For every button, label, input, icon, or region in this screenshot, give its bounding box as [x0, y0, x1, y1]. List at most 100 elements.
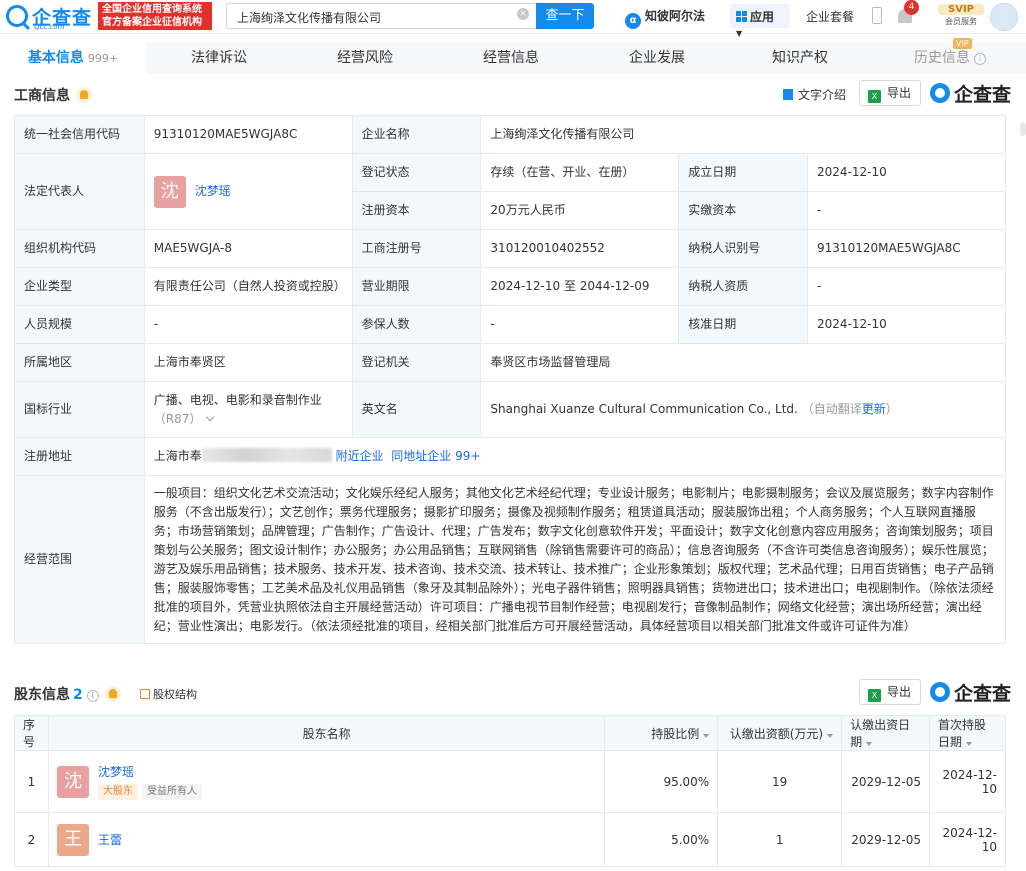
reg-no-label: 工商注册号	[351, 229, 482, 268]
zhibeier-link[interactable]: α 知彼阿尔法	[625, 7, 705, 29]
header-first-date[interactable]: 首次持股日期	[929, 715, 1006, 751]
header-subscribe-date[interactable]: 认缴出资日期	[841, 715, 930, 751]
tab-risk[interactable]: 经营风险	[292, 42, 438, 74]
chevron-down-icon	[206, 412, 215, 421]
qcc-brand: 企查查	[930, 80, 1012, 106]
shareholder-name-link[interactable]: 沈梦瑶	[98, 765, 134, 779]
header-amount[interactable]: 认缴出资额(万元)	[717, 715, 843, 751]
tax-qual-label: 纳税人资质	[678, 267, 809, 306]
english-name-label: 英文名	[351, 381, 482, 438]
clear-icon[interactable]: ×	[517, 8, 529, 20]
shareholder-cell: 王王蕾	[47, 812, 606, 867]
magnifier-logo-icon	[6, 5, 28, 27]
company-name-value: 上海绚泽文化传播有限公司	[480, 115, 1006, 154]
approve-date-value: 2024-12-10	[807, 305, 1006, 344]
sort-icon	[966, 742, 973, 746]
equity-structure-link[interactable]: 股权结构	[140, 686, 197, 702]
section-title-text: 工商信息	[14, 88, 70, 104]
header-index: 序号	[14, 715, 49, 751]
english-name-cell: Shanghai Xuanze Cultural Communication C…	[480, 381, 1006, 438]
tab-history[interactable]: 历史信息 i	[880, 42, 1020, 74]
section-title-text: 股东信息	[14, 687, 70, 703]
reg-no-value: 310120010402552	[480, 229, 680, 268]
export-button[interactable]: X 导出	[859, 679, 921, 705]
mobile-icon[interactable]	[872, 7, 882, 24]
export-label: 导出	[887, 685, 912, 699]
tab-operation[interactable]: 经营信息	[438, 42, 584, 74]
text-intro-button[interactable]: 文字介绍	[783, 86, 846, 103]
equity-structure-label: 股权结构	[153, 688, 197, 701]
header-label: 首次持股日期	[938, 718, 987, 749]
badge-line2: 官方备案企业征信机构	[102, 17, 202, 28]
shareholder-name-link[interactable]: 王蕾	[98, 831, 122, 848]
qcc-logo-icon	[930, 682, 950, 702]
legal-rep-label: 法定代表人	[14, 153, 145, 230]
row-index: 2	[14, 812, 49, 867]
apps-menu[interactable]: 应用 ▼	[730, 4, 790, 38]
authority-label: 登记机关	[351, 343, 482, 382]
legal-rep-link[interactable]: 沈梦瑶	[195, 182, 231, 201]
header-name: 股东名称	[47, 715, 606, 751]
official-badge[interactable]: 全国企业信用查询系统 官方备案企业征信机构	[98, 2, 212, 30]
same-address-link[interactable]: 同地址企业 99+	[391, 449, 480, 463]
info-icon[interactable]: i	[86, 690, 99, 702]
table-row: 2 王王蕾 5.00% 1 2029-12-05 2024-12-10	[14, 812, 1006, 867]
region-value: 上海市奉贤区	[143, 343, 353, 382]
apps-label: 应用	[750, 10, 775, 24]
amount-value: 1	[717, 812, 843, 867]
vip-badge: VIP	[953, 38, 972, 49]
tab-ip[interactable]: 知识产权	[730, 42, 870, 74]
qcc-brand-text: 企查查	[954, 84, 1012, 106]
capital-label: 注册资本	[351, 191, 482, 230]
user-avatar[interactable]	[990, 3, 1018, 31]
header-ratio[interactable]: 持股比例	[604, 715, 719, 751]
org-code-value: MAE5WGJA-8	[143, 229, 353, 268]
auto-translate-note: （自动翻译	[801, 402, 862, 416]
avatar: 沈	[153, 175, 186, 208]
paid-capital-value: -	[807, 191, 1006, 230]
info-icon: i	[974, 53, 986, 65]
subscribe-date-value: 2029-12-05	[841, 750, 930, 813]
search-button[interactable]: 查一下	[536, 3, 594, 29]
scrollbar[interactable]	[1020, 122, 1026, 136]
search-input[interactable]: 上海绚泽文化传播有限公司	[226, 3, 536, 29]
status-label: 登记状态	[351, 153, 482, 192]
industry-value: 广播、电视、电影和录音制作业	[153, 392, 322, 407]
address-label: 注册地址	[14, 437, 145, 476]
term-value: 2024-12-10 至 2044-12-09	[480, 267, 680, 306]
tax-id-value: 91310120MAE5WGJA8C	[807, 229, 1006, 268]
qcc-logo-icon	[930, 83, 950, 103]
export-button[interactable]: X 导出	[859, 80, 921, 106]
tab-litigation[interactable]: 法律诉讼	[146, 42, 292, 74]
badge-line1: 全国企业信用查询系统	[102, 4, 202, 15]
avatar: 王	[56, 823, 89, 856]
business-info-table: 统一社会信用代码 91310120MAE5WGJA8C 企业名称 上海绚泽文化传…	[14, 115, 1007, 644]
nearby-companies-link[interactable]: 附近企业	[336, 449, 384, 463]
shareholder-count: 2	[73, 687, 83, 703]
svip-button[interactable]: SVIP 会员服务	[938, 4, 984, 30]
qcc-logo[interactable]: 企查查 Qcc.com	[6, 3, 98, 31]
tab-basic-info[interactable]: 基本信息 999+	[0, 42, 146, 74]
excel-icon: X	[868, 90, 881, 103]
ratio-value: 5.00%	[604, 812, 719, 867]
table-row: 1 沈 沈梦瑶 大股东 受益所有人 95.00% 19 2029-12-05 202…	[14, 750, 1006, 813]
staff-size-value: -	[143, 305, 353, 344]
monitor-bell-icon[interactable]	[104, 686, 121, 702]
monitor-bell-icon[interactable]	[76, 87, 92, 103]
industry-cell: 广播、电视、电影和录音制作业 （R87）	[143, 381, 353, 438]
staff-size-label: 人员规模	[14, 305, 145, 344]
capital-value: 20万元人民币	[480, 191, 680, 230]
qcc-brand: 企查查	[930, 679, 1011, 705]
legal-rep-cell: 沈沈梦瑶	[143, 153, 353, 230]
zhibeier-label: 知彼阿尔法	[645, 9, 706, 23]
tax-id-label: 纳税人识别号	[678, 229, 809, 268]
avatar: 沈	[56, 765, 89, 798]
section-title-business: 工商信息	[14, 85, 92, 105]
sort-icon	[866, 742, 873, 746]
tab-development[interactable]: 企业发展	[584, 42, 730, 74]
update-translation-link[interactable]: 更新	[862, 402, 886, 416]
package-link[interactable]: 企业套餐	[806, 8, 854, 25]
subscribe-date-value: 2029-12-05	[841, 812, 930, 867]
industry-expand[interactable]: （R87）	[154, 410, 343, 429]
first-date-value: 2024-12-10	[929, 750, 1006, 813]
